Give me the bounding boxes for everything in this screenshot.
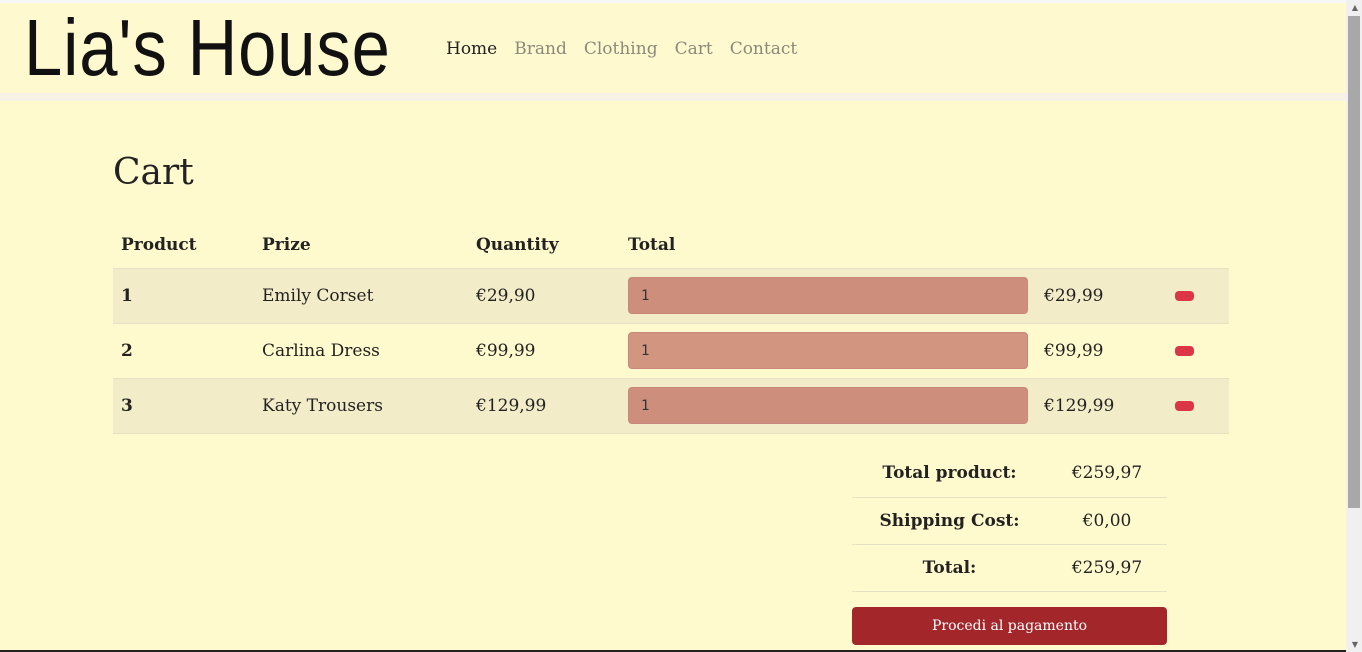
row-total: €129,99 (1036, 377, 1167, 434)
main-nav: Home Brand Clothing Cart Contact (446, 39, 797, 59)
header-empty (1036, 223, 1167, 268)
cart-table: Product Prize Quantity Total 1 Emily Cor… (113, 223, 1229, 434)
shipping-cost-label: Shipping Cost: (852, 497, 1047, 545)
total-product-value: €259,97 (1047, 450, 1167, 498)
header-product: Product (121, 235, 197, 256)
header-total: Total (628, 235, 676, 256)
quantity-input[interactable]: 1 (628, 277, 1028, 314)
row-number: 2 (113, 322, 254, 378)
remove-item-button[interactable] (1175, 400, 1194, 411)
checkout-button[interactable]: Procedi al pagamento (852, 607, 1167, 645)
vertical-scrollbar[interactable]: ▲ ▼ (1346, 0, 1362, 652)
row-number: 3 (113, 377, 254, 434)
page-title: Cart (113, 152, 194, 193)
summary-row: Total product: €259,97 (852, 450, 1167, 498)
product-name: Katy Trousers (254, 377, 468, 434)
header-divider (0, 93, 1346, 101)
table-row: 1 Emily Corset €29,90 1 €29,99 (113, 267, 1229, 323)
remove-item-button[interactable] (1175, 290, 1194, 301)
row-total: €99,99 (1036, 322, 1167, 378)
nav-cart[interactable]: Cart (675, 39, 713, 59)
remove-cell (1167, 267, 1229, 323)
nav-home[interactable]: Home (446, 39, 497, 59)
product-name: Carlina Dress (254, 322, 468, 378)
table-header-row: Product Prize Quantity Total (113, 223, 1229, 268)
table-row: 3 Katy Trousers €129,99 1 €129,99 (113, 377, 1229, 434)
nav-brand[interactable]: Brand (514, 39, 567, 59)
product-name: Emily Corset (254, 267, 468, 323)
total-product-label: Total product: (852, 450, 1047, 498)
header-prize: Prize (262, 235, 311, 256)
shipping-cost-value: €0,00 (1047, 497, 1167, 545)
quantity-input[interactable]: 1 (628, 332, 1028, 369)
scrollbar-thumb[interactable] (1348, 16, 1360, 508)
summary-row: Total: €259,97 (852, 544, 1167, 592)
quantity-input[interactable]: 1 (628, 387, 1028, 424)
product-price: €129,99 (468, 377, 620, 434)
nav-contact[interactable]: Contact (730, 39, 798, 59)
remove-item-button[interactable] (1175, 345, 1194, 356)
remove-cell (1167, 322, 1229, 378)
site-logo[interactable]: Lia's House (24, 3, 391, 93)
row-total: €29,99 (1036, 267, 1167, 323)
product-price: €29,90 (468, 267, 620, 323)
remove-cell (1167, 377, 1229, 434)
summary-row: Shipping Cost: €0,00 (852, 497, 1167, 545)
scroll-down-arrow-icon[interactable]: ▼ (1352, 640, 1358, 649)
table-row: 2 Carlina Dress €99,99 1 €99,99 (113, 322, 1229, 378)
quantity-cell: 1 (620, 267, 1036, 323)
grand-total-label: Total: (852, 544, 1047, 592)
grand-total-value: €259,97 (1047, 544, 1167, 592)
header-quantity: Quantity (476, 235, 559, 256)
row-number: 1 (113, 267, 254, 323)
scroll-up-arrow-icon[interactable]: ▲ (1352, 3, 1358, 12)
site-header: Lia's House Home Brand Clothing Cart Con… (0, 3, 1346, 93)
quantity-cell: 1 (620, 377, 1036, 434)
header-empty-2 (1167, 223, 1229, 268)
order-summary: Total product: €259,97 Shipping Cost: €0… (852, 450, 1167, 592)
nav-clothing[interactable]: Clothing (584, 39, 658, 59)
quantity-cell: 1 (620, 322, 1036, 378)
product-price: €99,99 (468, 322, 620, 378)
